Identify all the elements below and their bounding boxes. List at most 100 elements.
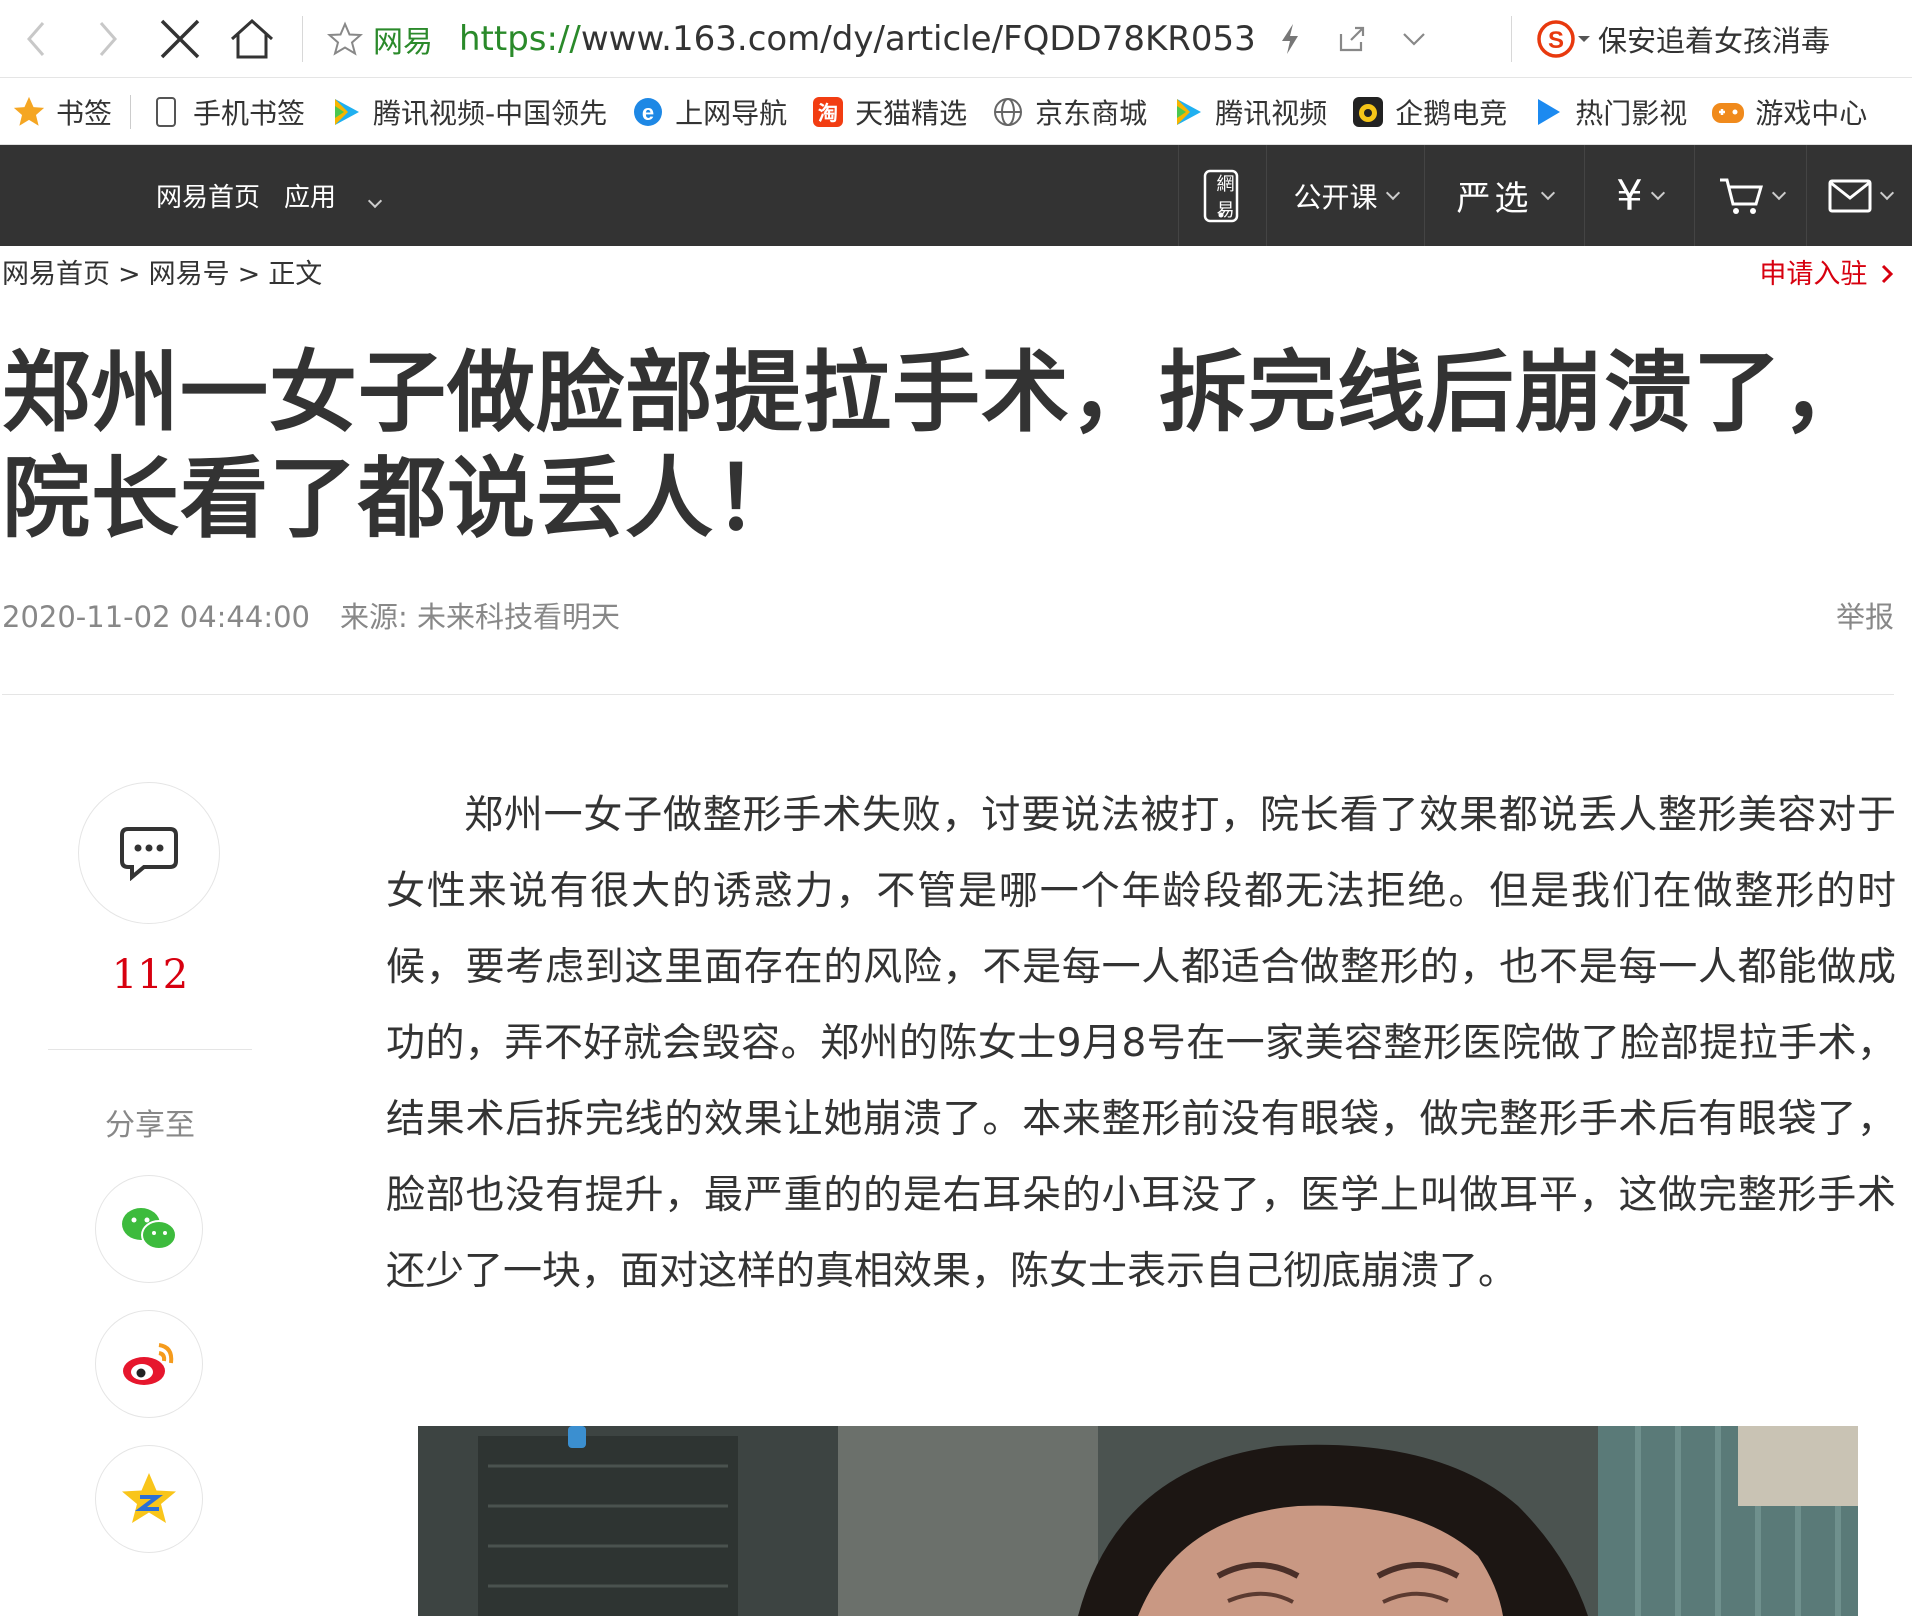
open-course-label: 公开课 [1293, 180, 1378, 214]
bookmark-item[interactable]: 京东商城 [979, 79, 1159, 144]
share-weibo-button[interactable] [95, 1310, 203, 1418]
engine-dropdown-icon[interactable] [1576, 33, 1592, 45]
yanxuan-label: 严选 [1456, 179, 1533, 219]
bookmark-item[interactable]: 手机书签 [137, 79, 317, 144]
breadcrumb-separator: > [118, 259, 141, 290]
header-apps-menu[interactable]: 应用 [284, 177, 383, 214]
lightning-icon[interactable] [1259, 22, 1321, 56]
svg-text:e: e [642, 100, 654, 125]
play-icon [1531, 95, 1565, 129]
globe-icon [991, 95, 1025, 129]
share-qzone-button[interactable] [95, 1445, 203, 1553]
chevron-down-icon [367, 193, 383, 209]
bookmark-item[interactable]: 游戏中心 [1699, 79, 1879, 144]
article-paragraph: 郑州一女子做整形手术失败，讨要说法被打，院长看了效果都说丢人整形美容对于女性来说… [386, 793, 1896, 1294]
chevron-down-icon [1771, 185, 1786, 200]
weibo-icon [123, 1343, 174, 1385]
comment-button[interactable] [78, 782, 220, 924]
tencent-video-icon [1171, 95, 1205, 129]
chevron-down-icon [1650, 185, 1665, 200]
browser-toolbar: 网易 https://www.163.com/dy/article/FQDD78… [0, 0, 1912, 78]
share-to-label: 分享至 [105, 1108, 195, 1143]
payment-menu[interactable]: ¥ [1584, 145, 1694, 246]
search-box[interactable]: S 保安追着女孩消毒 [1526, 0, 1830, 78]
breadcrumb-home[interactable]: 网易首页 [2, 259, 110, 290]
cart-icon [1719, 178, 1763, 214]
mail-icon [1828, 179, 1871, 212]
bookmark-item[interactable]: 腾讯视频 [1159, 79, 1339, 144]
chevron-down-icon [1540, 185, 1555, 200]
home-icon [230, 18, 274, 58]
taobao-icon: 淘 [811, 95, 845, 129]
apply-join-label: 申请入驻 [1759, 259, 1868, 290]
bookmark-label: 天猫精选 [855, 96, 968, 130]
toolbar-divider-2 [1511, 15, 1512, 62]
rail-divider [48, 1049, 252, 1050]
breadcrumb-separator: > [237, 259, 261, 290]
search-text[interactable]: 保安追着女孩消毒 [1598, 18, 1830, 60]
chevron-down-icon [1385, 185, 1400, 200]
favorite-star-icon[interactable] [317, 20, 373, 57]
bookmark-label: 京东商城 [1035, 96, 1148, 130]
phone-icon [149, 95, 183, 129]
wechat-icon [122, 1208, 177, 1250]
share-icon[interactable] [1321, 24, 1383, 54]
comment-count[interactable]: 112 [100, 952, 200, 998]
bookmark-label: 企鹅电竞 [1395, 96, 1508, 130]
bookmarks-bar: 书签 手机书签 腾讯视频-中国领先 e 上网导航 淘 天猫精选 京东商城 腾讯视… [0, 79, 1912, 145]
article-meta: 2020-11-02 04:44:00 来源: 未来科技看明天 [2, 594, 620, 636]
share-wechat-button[interactable] [95, 1175, 203, 1283]
divider [2, 694, 1894, 695]
url-text[interactable]: https://www.163.com/dy/article/FQDD78KR0… [459, 19, 1259, 59]
apply-join-link[interactable]: 申请入驻 [1759, 252, 1894, 291]
back-arrow-icon [27, 21, 45, 56]
bookmark-item[interactable]: 企鹅电竞 [1339, 79, 1519, 144]
article-photo [418, 1426, 1858, 1616]
yanxuan-menu[interactable]: 严选 [1424, 145, 1584, 246]
bookmark-item[interactable]: 淘 天猫精选 [799, 79, 979, 144]
svg-text:淘: 淘 [818, 101, 838, 125]
bookmark-item[interactable]: 热门影视 [1519, 79, 1699, 144]
bookmark-item[interactable]: 书签 [0, 79, 124, 144]
bookmark-divider [130, 94, 132, 129]
bookmark-item[interactable]: e 上网导航 [619, 79, 799, 144]
breadcrumb-current: 正文 [268, 259, 323, 290]
mail-menu[interactable] [1806, 145, 1912, 246]
comment-bubble-icon [120, 827, 178, 881]
tencent-video-icon [329, 95, 363, 129]
mobile-app-button[interactable]: 網易 [1178, 145, 1266, 246]
url-scheme: https:// [459, 18, 581, 59]
toolbar-divider [302, 15, 303, 62]
home-button[interactable] [216, 0, 288, 78]
penguin-esports-icon [1351, 95, 1385, 129]
report-link[interactable]: 举报 [1836, 594, 1894, 636]
site-name: 网易 [373, 24, 433, 60]
back-button[interactable] [0, 0, 72, 78]
cart-menu[interactable] [1694, 145, 1806, 246]
bookmark-label: 腾讯视频-中国领先 [373, 96, 608, 130]
header-home-link[interactable]: 网易首页 [156, 177, 260, 214]
stop-button[interactable] [144, 0, 216, 78]
open-course-menu[interactable]: 公开课 [1266, 145, 1424, 246]
forward-button[interactable] [72, 0, 144, 78]
bookmark-label: 热门影视 [1575, 96, 1688, 130]
qzone-star-icon [122, 1473, 176, 1523]
breadcrumb: 网易首页 > 网易号 > 正文 [2, 252, 322, 291]
netease-mini-logo: 網易 [1216, 173, 1235, 221]
photo-woman-crying-image [418, 1426, 1858, 1616]
article-source[interactable]: 来源: 未来科技看明天 [340, 600, 620, 634]
chevron-down-icon [1879, 185, 1894, 200]
breadcrumb-section[interactable]: 网易号 [149, 259, 230, 290]
star-icon [12, 95, 46, 129]
header-right: 網易 公开课 严选 ¥ [1178, 145, 1912, 246]
address-bar[interactable]: 网易 https://www.163.com/dy/article/FQDD78… [317, 0, 1497, 78]
bookmark-label: 书签 [56, 96, 113, 130]
bookmark-label: 上网导航 [675, 96, 788, 130]
close-icon [160, 19, 200, 58]
chevron-down-icon[interactable] [1383, 31, 1445, 47]
publish-date: 2020-11-02 04:44:00 [2, 600, 310, 634]
bookmark-label: 腾讯视频 [1215, 96, 1328, 130]
bookmark-item[interactable]: 腾讯视频-中国领先 [317, 79, 619, 144]
article-title: 郑州一女子做脸部提拉手术，拆完线后崩溃了，院长看了都说丢人！ [2, 341, 1872, 550]
site-header: 网易首页 应用 網易 公开课 严选 ¥ [0, 145, 1912, 246]
